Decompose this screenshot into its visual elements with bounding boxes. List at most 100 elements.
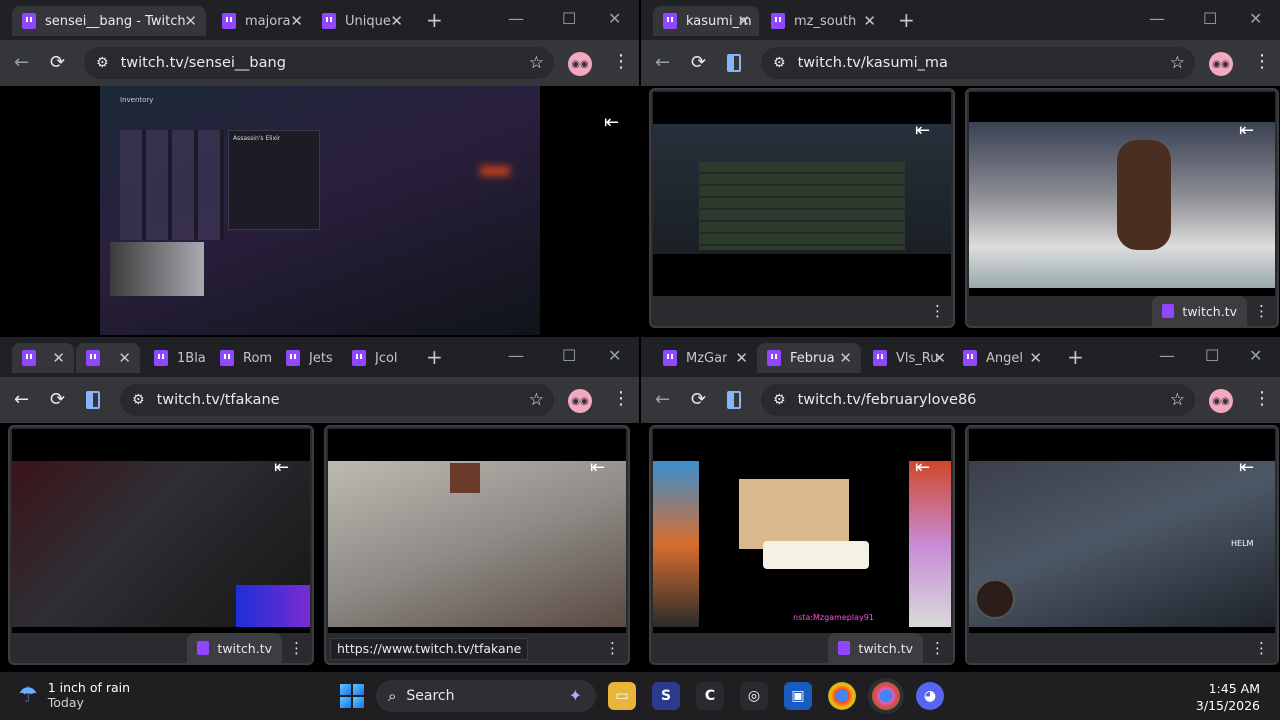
close-tab-icon[interactable]: ✕ xyxy=(1029,350,1042,366)
stream-video[interactable]: ⇤ xyxy=(653,92,951,296)
stream-video[interactable]: ⇤ xyxy=(328,429,626,633)
collapse-sidebar-icon[interactable]: ⇤ xyxy=(604,112,619,133)
tab-mzgar[interactable]: MzGar ✕ xyxy=(653,343,757,373)
tab-1bla[interactable]: 1Bla xyxy=(144,343,208,373)
site-settings-icon[interactable]: ⚙ xyxy=(773,392,786,408)
reload-button[interactable]: ⟳ xyxy=(50,389,65,410)
app-icon-shutter[interactable]: ◎ xyxy=(740,682,768,710)
close-window-button[interactable]: ✕ xyxy=(1249,9,1262,28)
profile-avatar[interactable]: ◉◉ xyxy=(568,52,592,76)
file-explorer-icon[interactable]: ▭ xyxy=(608,682,636,710)
collapse-sidebar-icon[interactable]: ⇤ xyxy=(915,457,930,478)
stream-video[interactable]: Inventory Assassin's Elixir xyxy=(100,86,540,335)
close-tab-icon[interactable]: ✕ xyxy=(933,350,946,366)
collapse-sidebar-icon[interactable]: ⇤ xyxy=(590,457,605,478)
tab-jets[interactable]: Jets xyxy=(276,343,340,373)
tab-rom[interactable]: Rom xyxy=(210,343,274,373)
chrome-menu-button[interactable]: ⋮ xyxy=(612,51,630,72)
tab-jcol[interactable]: Jcol xyxy=(342,343,406,373)
minimize-button[interactable]: — xyxy=(508,9,524,28)
pane-menu-button[interactable]: ⋮ xyxy=(1254,302,1269,320)
minimize-button[interactable]: — xyxy=(1149,9,1165,28)
tab-februa[interactable]: Februa ✕ xyxy=(757,343,861,373)
close-tab-icon[interactable]: ✕ xyxy=(839,350,852,366)
collapse-sidebar-icon[interactable]: ⇤ xyxy=(915,120,930,141)
tab-vls-ru[interactable]: Vls_Ru ✕ xyxy=(863,343,955,373)
collapse-sidebar-icon[interactable]: ⇤ xyxy=(274,457,289,478)
address-bar[interactable]: ⚙ twitch.tv/sensei__bang ☆ xyxy=(84,47,554,79)
new-tab-button[interactable]: + xyxy=(426,8,443,32)
tab-unique[interactable]: Unique ✕ xyxy=(312,6,412,36)
close-tab-icon[interactable]: ✕ xyxy=(863,13,876,29)
close-window-button[interactable]: ✕ xyxy=(1249,346,1262,365)
profile-avatar[interactable]: ◉◉ xyxy=(1209,52,1233,76)
maximize-button[interactable]: ☐ xyxy=(1205,346,1219,365)
back-button[interactable]: ← xyxy=(14,52,29,73)
close-tab-icon[interactable]: ✕ xyxy=(737,13,750,29)
reload-button[interactable]: ⟳ xyxy=(691,389,706,410)
chrome-menu-button[interactable]: ⋮ xyxy=(1253,388,1271,409)
address-bar[interactable]: ⚙ twitch.tv/februarylove86 ☆ xyxy=(761,384,1195,416)
chrome-icon[interactable] xyxy=(828,682,856,710)
back-button[interactable]: ← xyxy=(655,52,670,73)
reload-button[interactable]: ⟳ xyxy=(50,52,65,73)
close-window-button[interactable]: ✕ xyxy=(608,346,621,365)
pane-menu-button[interactable]: ⋮ xyxy=(930,302,945,320)
chrome-profile-icon[interactable] xyxy=(872,682,900,710)
close-tab-icon[interactable]: ✕ xyxy=(390,13,403,29)
tab-mz-south[interactable]: mz_south ✕ xyxy=(761,6,885,36)
new-tab-button[interactable]: + xyxy=(898,8,915,32)
new-tab-button[interactable]: + xyxy=(426,345,443,369)
address-bar[interactable]: ⚙ twitch.tv/tfakane ☆ xyxy=(120,384,554,416)
tab-majora[interactable]: majora ✕ xyxy=(212,6,312,36)
stream-video[interactable]: HELM ⇤ xyxy=(969,429,1275,633)
profile-avatar[interactable]: ◉◉ xyxy=(568,389,592,413)
bookmark-star-icon[interactable]: ☆ xyxy=(529,390,544,410)
split-view-icon[interactable] xyxy=(727,391,741,409)
app-icon-c[interactable]: C xyxy=(696,682,724,710)
stream-video[interactable]: ⇤ xyxy=(969,92,1275,296)
stream-video[interactable]: ⇤ xyxy=(12,429,310,633)
pane-site-badge[interactable]: twitch.tv xyxy=(828,633,923,663)
pane-menu-button[interactable]: ⋮ xyxy=(1254,639,1269,657)
site-settings-icon[interactable]: ⚙ xyxy=(132,392,145,408)
collapse-sidebar-icon[interactable]: ⇤ xyxy=(1239,120,1254,141)
close-window-button[interactable]: ✕ xyxy=(608,9,621,28)
bookmark-star-icon[interactable]: ☆ xyxy=(529,53,544,73)
site-settings-icon[interactable]: ⚙ xyxy=(773,55,786,71)
chrome-menu-button[interactable]: ⋮ xyxy=(1253,51,1271,72)
maximize-button[interactable]: ☐ xyxy=(562,346,576,365)
back-button[interactable]: ← xyxy=(655,389,670,410)
pane-site-badge[interactable]: twitch.tv xyxy=(1152,296,1247,326)
bookmark-star-icon[interactable]: ☆ xyxy=(1170,53,1185,73)
app-icon-blue[interactable]: ▣ xyxy=(784,682,812,710)
tab-pinned-1[interactable]: ✕ xyxy=(12,343,74,373)
maximize-button[interactable]: ☐ xyxy=(1203,9,1217,28)
profile-avatar[interactable]: ◉◉ xyxy=(1209,389,1233,413)
windows-start-icon[interactable] xyxy=(340,684,364,708)
tab-sensei-bang[interactable]: sensei__bang - Twitch ✕ xyxy=(12,6,206,36)
taskbar-search[interactable]: ⌕ Search ✦ xyxy=(376,680,596,712)
pane-menu-button[interactable]: ⋮ xyxy=(605,639,620,657)
pane-menu-button[interactable]: ⋮ xyxy=(930,639,945,657)
pane-site-badge[interactable]: twitch.tv xyxy=(187,633,282,663)
tab-kasumi[interactable]: kasumi_m ✕ xyxy=(653,6,759,36)
stream-video[interactable]: nsta:Mzgameplay91 ⇤ xyxy=(653,429,951,633)
maximize-button[interactable]: ☐ xyxy=(562,9,576,28)
minimize-button[interactable]: — xyxy=(1159,346,1175,365)
discord-icon[interactable]: ◕ xyxy=(916,682,944,710)
tab-angel[interactable]: Angel ✕ xyxy=(953,343,1051,373)
chrome-menu-button[interactable]: ⋮ xyxy=(612,388,630,409)
pane-menu-button[interactable]: ⋮ xyxy=(289,639,304,657)
system-clock[interactable]: 1:45 AM 3/15/2026 xyxy=(1196,680,1260,714)
collapse-sidebar-icon[interactable]: ⇤ xyxy=(1239,457,1254,478)
close-tab-icon[interactable]: ✕ xyxy=(290,13,303,29)
close-tab-icon[interactable]: ✕ xyxy=(52,350,65,366)
app-icon-s[interactable]: S xyxy=(652,682,680,710)
close-tab-icon[interactable]: ✕ xyxy=(184,13,197,29)
tab-pinned-2[interactable]: ✕ xyxy=(76,343,140,373)
bookmark-star-icon[interactable]: ☆ xyxy=(1170,390,1185,410)
close-tab-icon[interactable]: ✕ xyxy=(118,350,131,366)
minimize-button[interactable]: — xyxy=(508,346,524,365)
reload-button[interactable]: ⟳ xyxy=(691,52,706,73)
